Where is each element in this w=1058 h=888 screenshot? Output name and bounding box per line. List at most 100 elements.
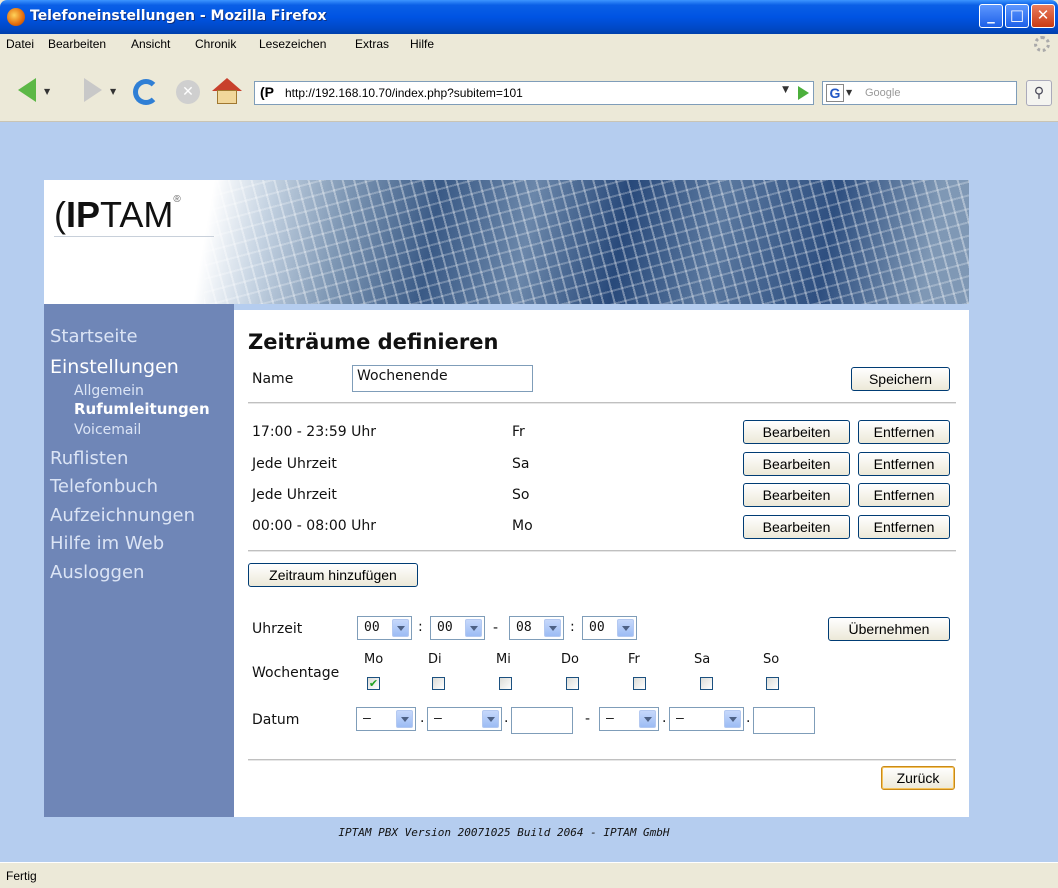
close-window-button[interactable]: ✕: [1031, 4, 1055, 28]
iptam-banner: (IPTAM®: [44, 180, 969, 304]
weekday-label-sa: Sa: [694, 652, 711, 667]
forward-history-dropdown-icon[interactable]: ▼: [110, 87, 116, 96]
menu-hilfe[interactable]: Hilfe: [410, 37, 434, 51]
search-input[interactable]: Google: [865, 87, 900, 99]
chevron-down-icon: [465, 619, 482, 637]
sidebar-nav: Startseite Einstellungen Allgemein Rufum…: [44, 304, 234, 817]
menu-chronik[interactable]: Chronik: [195, 37, 236, 51]
remove-period-button[interactable]: Entfernen: [858, 483, 950, 507]
url-text[interactable]: http://192.168.10.70/index.php?subitem=1…: [285, 86, 523, 100]
time-label: Uhrzeit: [252, 621, 303, 637]
date-label: Datum: [252, 712, 300, 728]
chevron-down-icon: [544, 619, 561, 637]
status-bar: Fertig: [0, 862, 1058, 888]
firefox-icon: [7, 8, 25, 26]
edit-period-button[interactable]: Bearbeiten: [743, 452, 850, 476]
time-dash: -: [493, 620, 499, 636]
edit-period-button[interactable]: Bearbeiten: [743, 515, 850, 539]
weekday-checkbox-mo[interactable]: ✔: [367, 677, 380, 690]
iptam-logo: (IPTAM®: [54, 194, 181, 235]
back-history-dropdown-icon[interactable]: ▼: [44, 87, 50, 96]
edit-period-button[interactable]: Bearbeiten: [743, 420, 850, 444]
period-time: Jede Uhrzeit: [252, 487, 337, 503]
maximize-button[interactable]: □: [1005, 4, 1029, 28]
stop-icon[interactable]: ✕: [176, 80, 200, 104]
throbber-icon: [1034, 36, 1050, 52]
chevron-down-icon: [617, 619, 634, 637]
back-button[interactable]: Zurück: [881, 766, 955, 790]
sidebar-item-aufzeichnungen[interactable]: Aufzeichnungen: [50, 505, 195, 526]
search-engine-dropdown-icon[interactable]: ▼: [846, 88, 852, 97]
weekday-checkbox-do[interactable]: [566, 677, 579, 690]
window-title-bar: Telefoneinstellungen - Mozilla Firefox _…: [0, 0, 1058, 34]
start-month-select[interactable]: —: [427, 707, 502, 731]
apply-button[interactable]: Übernehmen: [828, 617, 950, 641]
start-minute-select[interactable]: 00: [430, 616, 485, 640]
weekday-checkbox-mi[interactable]: [499, 677, 512, 690]
menu-datei[interactable]: Datei: [6, 37, 34, 51]
home-icon[interactable]: [212, 78, 242, 106]
go-arrow-icon[interactable]: [798, 86, 809, 100]
start-day-select[interactable]: –: [356, 707, 416, 731]
sidebar-item-telefonbuch[interactable]: Telefonbuch: [50, 476, 158, 497]
weekday-checkbox-sa[interactable]: [700, 677, 713, 690]
sidebar-item-ruflisten[interactable]: Ruflisten: [50, 448, 128, 469]
start-hour-select[interactable]: 00: [357, 616, 412, 640]
url-history-dropdown-icon[interactable]: ▼: [782, 85, 789, 95]
menu-bar: Datei Bearbeiten Ansicht Chronik Lesezei…: [0, 34, 1058, 54]
edit-period-button[interactable]: Bearbeiten: [743, 483, 850, 507]
end-hour-select[interactable]: 08: [509, 616, 564, 640]
remove-period-button[interactable]: Entfernen: [858, 420, 950, 444]
weekday-checkbox-so[interactable]: [766, 677, 779, 690]
reload-icon[interactable]: [133, 79, 159, 105]
end-day-select[interactable]: –: [599, 707, 659, 731]
sidebar-item-hilfe-im-web[interactable]: Hilfe im Web: [50, 533, 164, 554]
search-engine-icon[interactable]: G: [826, 84, 844, 102]
end-minute-select[interactable]: 00: [582, 616, 637, 640]
back-arrow-icon[interactable]: [18, 78, 36, 102]
save-button[interactable]: Speichern: [851, 367, 950, 391]
sidebar-item-ausloggen[interactable]: Ausloggen: [50, 562, 144, 583]
name-field[interactable]: Wochenende: [352, 365, 533, 392]
divider-bottom: [248, 759, 956, 761]
remove-period-button[interactable]: Entfernen: [858, 452, 950, 476]
chevron-down-icon: [396, 710, 413, 728]
date-range-dash: -: [585, 711, 591, 727]
menu-extras[interactable]: Extras: [355, 37, 389, 51]
period-day: Mo: [512, 518, 533, 534]
period-day: So: [512, 487, 530, 503]
weekday-label-fr: Fr: [628, 652, 640, 667]
start-year-field[interactable]: [511, 707, 573, 734]
chevron-down-icon: [392, 619, 409, 637]
end-month-select[interactable]: —: [669, 707, 744, 731]
search-bar[interactable]: G ▼ Google: [822, 81, 1017, 105]
date-dot: .: [662, 710, 667, 726]
sidebar-item-einstellungen[interactable]: Einstellungen: [50, 356, 179, 378]
banner-grid-graphic: [204, 180, 969, 304]
weekdays-label: Wochentage: [252, 665, 340, 681]
chevron-down-icon: [482, 710, 499, 728]
weekday-checkbox-di[interactable]: [432, 677, 445, 690]
version-footer: IPTAM PBX Version 20071025 Build 2064 - …: [338, 826, 670, 839]
search-magnifier-icon[interactable]: ⚲: [1026, 80, 1052, 106]
weekday-label-mo: Mo: [364, 652, 384, 667]
site-favicon-icon: (P: [260, 84, 274, 100]
menu-lesezeichen[interactable]: Lesezeichen: [259, 37, 326, 51]
add-period-button[interactable]: Zeitraum hinzufügen: [248, 563, 418, 587]
sidebar-item-voicemail[interactable]: Voicemail: [74, 422, 141, 438]
chevron-down-icon: [639, 710, 656, 728]
logo-underline: [54, 236, 214, 237]
remove-period-button[interactable]: Entfernen: [858, 515, 950, 539]
menu-ansicht[interactable]: Ansicht: [131, 37, 170, 51]
sidebar-item-rufumleitungen[interactable]: Rufumleitungen: [74, 400, 210, 418]
sidebar-item-startseite[interactable]: Startseite: [50, 326, 138, 347]
divider-middle: [248, 550, 956, 552]
forward-arrow-icon[interactable]: [84, 78, 102, 102]
minimize-button[interactable]: _: [979, 4, 1003, 28]
end-year-field[interactable]: [753, 707, 815, 734]
menu-bearbeiten[interactable]: Bearbeiten: [48, 37, 106, 51]
weekday-label-do: Do: [561, 652, 579, 667]
sidebar-item-allgemein[interactable]: Allgemein: [74, 383, 144, 399]
weekday-checkbox-fr[interactable]: [633, 677, 646, 690]
url-bar[interactable]: (P http://192.168.10.70/index.php?subite…: [254, 81, 814, 105]
